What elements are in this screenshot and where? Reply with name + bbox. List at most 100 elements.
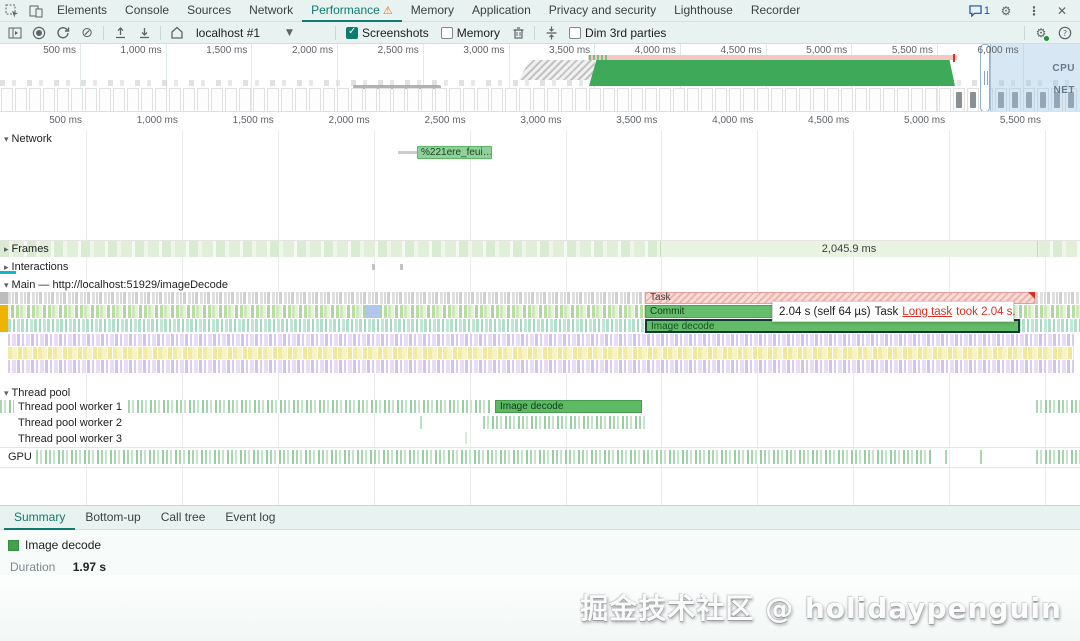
history-dropdown[interactable]: localhost #1 ▼ bbox=[190, 25, 330, 41]
interactions-track-header[interactable]: ▸Interactions bbox=[4, 261, 68, 273]
filmstrip-frame[interactable] bbox=[491, 88, 503, 112]
filmstrip-frame[interactable] bbox=[771, 88, 783, 112]
filmstrip-frame[interactable] bbox=[393, 88, 405, 112]
filmstrip-frame[interactable] bbox=[953, 88, 965, 112]
filmstrip-frame[interactable] bbox=[323, 88, 335, 112]
filmstrip-frame[interactable] bbox=[113, 88, 125, 112]
filmstrip-frame[interactable] bbox=[197, 88, 209, 112]
filmstrip-frame[interactable] bbox=[757, 88, 769, 112]
filmstrip-frame[interactable] bbox=[29, 88, 41, 112]
save-profile-icon[interactable] bbox=[133, 23, 155, 43]
filmstrip-frame[interactable] bbox=[841, 88, 853, 112]
main-thread-track-header[interactable]: ▾Main — http://localhost:51929/imageDeco… bbox=[4, 279, 228, 291]
thread-pool-worker-2-label[interactable]: Thread pool worker 2 bbox=[18, 417, 122, 429]
record-reload-button[interactable] bbox=[52, 23, 74, 43]
tab-memory[interactable]: Memory bbox=[402, 0, 463, 22]
details-tab-summary[interactable]: Summary bbox=[4, 506, 75, 530]
filmstrip-frame[interactable] bbox=[729, 88, 741, 112]
filmstrip-frame[interactable] bbox=[141, 88, 153, 112]
tab-application[interactable]: Application bbox=[463, 0, 540, 22]
filmstrip-frame[interactable] bbox=[617, 88, 629, 112]
flame-row-rendering[interactable] bbox=[8, 334, 1074, 346]
filmstrip-frame[interactable] bbox=[43, 88, 55, 112]
close-icon[interactable]: ✕ bbox=[1050, 1, 1074, 21]
flame-row-scripting-2[interactable] bbox=[8, 347, 1074, 359]
kebab-menu-icon[interactable]: ⋮ bbox=[1022, 1, 1046, 21]
tab-elements[interactable]: Elements bbox=[48, 0, 116, 22]
filmstrip-frame[interactable] bbox=[267, 88, 279, 112]
filmstrip-frame[interactable] bbox=[701, 88, 713, 112]
filmstrip-frame[interactable] bbox=[407, 88, 419, 112]
filmstrip-frame[interactable] bbox=[659, 88, 671, 112]
filmstrip-frame[interactable] bbox=[939, 88, 951, 112]
filmstrip-frame[interactable] bbox=[925, 88, 937, 112]
filmstrip-frame[interactable] bbox=[785, 88, 797, 112]
tab-console[interactable]: Console bbox=[116, 0, 178, 22]
filmstrip-frame[interactable] bbox=[869, 88, 881, 112]
filmstrip-frame[interactable] bbox=[813, 88, 825, 112]
filmstrip-frame[interactable] bbox=[295, 88, 307, 112]
tab-performance[interactable]: Performance⚠ bbox=[302, 0, 402, 22]
inspect-icon[interactable] bbox=[0, 1, 24, 21]
filmstrip-frame[interactable] bbox=[911, 88, 923, 112]
gpu-activity[interactable] bbox=[36, 450, 931, 464]
details-tab-call-tree[interactable]: Call tree bbox=[151, 506, 216, 530]
flame-chip-orange[interactable] bbox=[0, 305, 8, 332]
timeline-overview-minimap[interactable]: CPU NET 500 ms1,000 ms1,500 ms2,000 ms2,… bbox=[0, 44, 1080, 112]
filmstrip-frame[interactable] bbox=[155, 88, 167, 112]
settings-gear-icon[interactable]: ⚙ bbox=[994, 1, 1018, 21]
filmstrip-frame[interactable] bbox=[799, 88, 811, 112]
filmstrip-frame[interactable] bbox=[673, 88, 685, 112]
filmstrip-frame[interactable] bbox=[477, 88, 489, 112]
screenshots-checkbox[interactable]: Screenshots bbox=[341, 26, 434, 40]
gpu-track-header[interactable]: GPU bbox=[8, 451, 32, 463]
filmstrip-frame[interactable] bbox=[99, 88, 111, 112]
details-tab-event-log[interactable]: Event log bbox=[215, 506, 285, 530]
filmstrip-frame[interactable] bbox=[883, 88, 895, 112]
memory-checkbox[interactable]: Memory bbox=[436, 26, 505, 40]
thread-pool-worker-1-label[interactable]: Thread pool worker 1 bbox=[18, 401, 122, 413]
filmstrip-frame[interactable] bbox=[547, 88, 559, 112]
filmstrip-frame[interactable] bbox=[239, 88, 251, 112]
help-icon[interactable]: ? bbox=[1054, 23, 1076, 43]
filmstrip-frame[interactable] bbox=[71, 88, 83, 112]
tab-network[interactable]: Network bbox=[240, 0, 302, 22]
worker-2-activity[interactable] bbox=[483, 416, 645, 429]
filmstrip-frame[interactable] bbox=[1, 88, 13, 112]
tab-sources[interactable]: Sources bbox=[178, 0, 240, 22]
filmstrip-frame[interactable] bbox=[281, 88, 293, 112]
filmstrip-frame[interactable] bbox=[603, 88, 615, 112]
collect-garbage-icon[interactable] bbox=[507, 23, 529, 43]
tab-privacy-and-security[interactable]: Privacy and security bbox=[540, 0, 665, 22]
gpu-activity[interactable] bbox=[1036, 450, 1080, 464]
clear-button[interactable]: ⊘ bbox=[76, 23, 98, 43]
filmstrip-frame[interactable] bbox=[379, 88, 391, 112]
flame-row-rendering-2[interactable] bbox=[8, 360, 1074, 373]
worker-1-image-decode-bar[interactable]: Image decode bbox=[495, 400, 642, 413]
filmstrip-frame[interactable] bbox=[183, 88, 195, 112]
filmstrip-frame[interactable] bbox=[967, 88, 979, 112]
device-toolbar-icon[interactable] bbox=[24, 1, 48, 21]
flame-chip-gray[interactable] bbox=[0, 292, 8, 304]
filmstrip-frame[interactable] bbox=[743, 88, 755, 112]
filmstrip-frame[interactable] bbox=[365, 88, 377, 112]
filmstrip-frame[interactable] bbox=[561, 88, 573, 112]
record-button[interactable] bbox=[28, 23, 50, 43]
filmstrip-frame[interactable] bbox=[57, 88, 69, 112]
filmstrip-frame[interactable] bbox=[225, 88, 237, 112]
worker-1-activity[interactable] bbox=[0, 400, 14, 413]
filmstrip-frame[interactable] bbox=[435, 88, 447, 112]
filmstrip-frame[interactable] bbox=[827, 88, 839, 112]
long-task-link[interactable]: Long task bbox=[902, 306, 952, 318]
filmstrip-frame[interactable] bbox=[127, 88, 139, 112]
filmstrip-frame[interactable] bbox=[645, 88, 657, 112]
filmstrip-frame[interactable] bbox=[421, 88, 433, 112]
long-frame-bar[interactable]: 2,045.9 ms bbox=[660, 241, 1038, 257]
toggle-sidebar-icon[interactable] bbox=[4, 23, 26, 43]
filmstrip-frame[interactable] bbox=[505, 88, 517, 112]
dim-3rd-parties-checkbox[interactable]: Dim 3rd parties bbox=[564, 26, 671, 40]
network-track-header[interactable]: ▾Network bbox=[4, 133, 52, 145]
filmstrip-frame[interactable] bbox=[85, 88, 97, 112]
frames-track-header[interactable]: ▸Frames bbox=[4, 243, 49, 255]
details-tab-bottom-up[interactable]: Bottom-up bbox=[75, 506, 150, 530]
